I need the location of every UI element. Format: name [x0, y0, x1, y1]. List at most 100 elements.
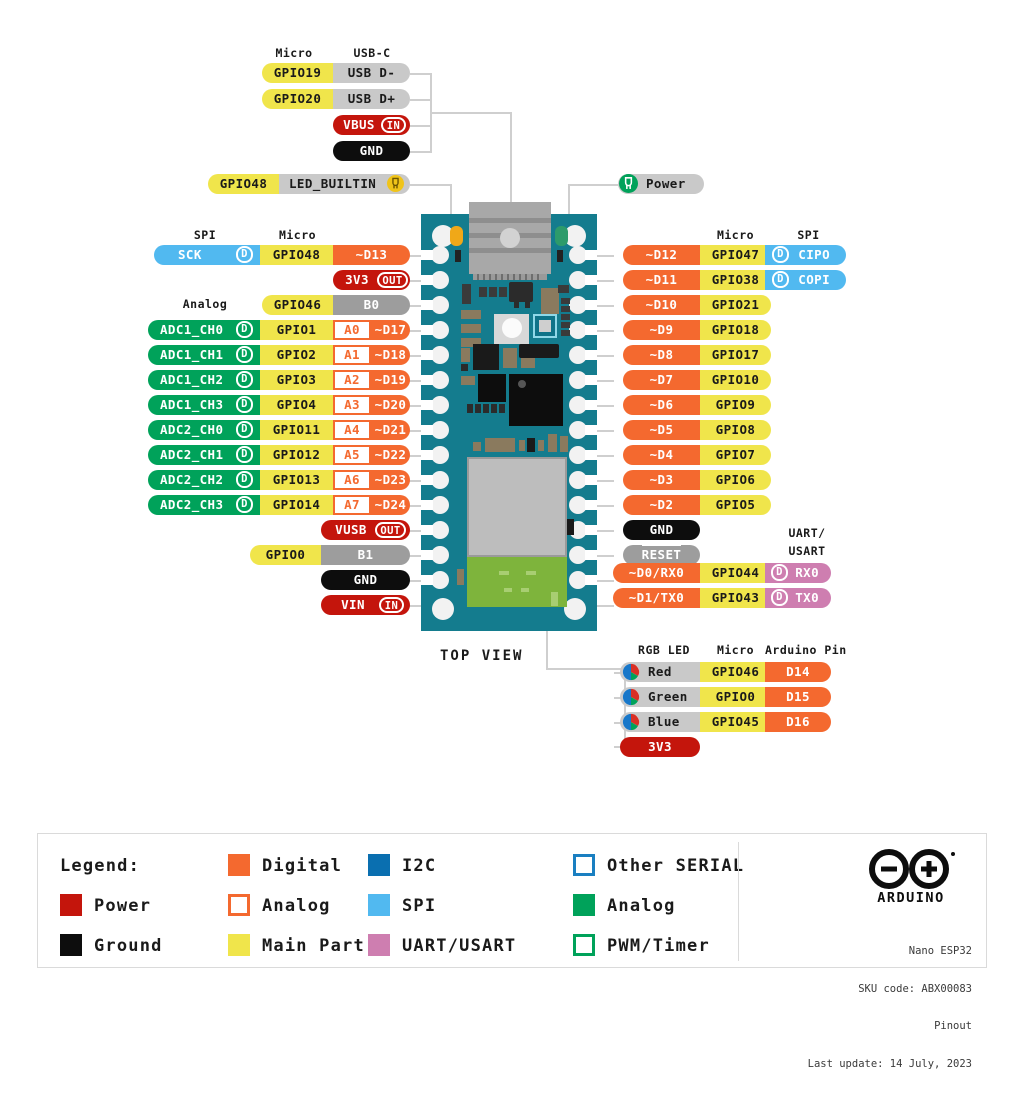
pill-micro-gpio12[interactable]: GPIO12 — [260, 445, 333, 465]
pill-digital-d0-rx0[interactable]: ~D0/RX0 — [613, 563, 700, 583]
pill-micro-gpio1[interactable]: GPIO1 — [260, 320, 333, 340]
pill-micro-gpio38[interactable]: GPIO38 — [700, 270, 771, 290]
pill-micro-gpio3[interactable]: GPIO3 — [260, 370, 333, 390]
pill-micro-gpio0-rgb[interactable]: GPIO0 — [700, 687, 771, 707]
pill-spi-copi[interactable]: D COPI — [765, 270, 846, 290]
pill-micro-gpio6[interactable]: GPIO6 — [700, 470, 771, 490]
pill-b1[interactable]: B1 — [321, 545, 410, 565]
pill-micro-gpio44[interactable]: GPIO44 — [700, 563, 771, 583]
pill-micro-gpio46[interactable]: GPIO46 — [262, 295, 333, 315]
pill-micro-gpio2[interactable]: GPIO2 — [260, 345, 333, 365]
pill-digital-d18[interactable]: ~D18 — [371, 345, 410, 365]
pill-digital-d3[interactable]: ~D3 — [623, 470, 700, 490]
pill-micro-gpio17[interactable]: GPIO17 — [700, 345, 771, 365]
pill-digital-d8[interactable]: ~D8 — [623, 345, 700, 365]
pill-usb-dminus[interactable]: USB D- — [333, 63, 410, 83]
pill-uart-tx0[interactable]: D TX0 — [765, 588, 831, 608]
pill-micro-gpio11[interactable]: GPIO11 — [260, 420, 333, 440]
legend-last-update: Last update: 14 July, 2023 — [807, 1057, 972, 1070]
pill-digital-d24[interactable]: ~D24 — [371, 495, 410, 515]
pill-digital-d10[interactable]: ~D10 — [623, 295, 700, 315]
pill-digital-d21[interactable]: ~D21 — [371, 420, 410, 440]
pill-micro-gpio4[interactable]: GPIO4 — [260, 395, 333, 415]
pill-analog-a4[interactable]: A4 — [333, 420, 371, 440]
pill-adc2-ch2[interactable]: ADC2_CH2 D — [148, 470, 260, 490]
pill-vbus[interactable]: VBUS IN — [333, 115, 410, 135]
pill-digital-d19[interactable]: ~D19 — [371, 370, 410, 390]
pill-digital-d4[interactable]: ~D4 — [623, 445, 700, 465]
pill-rgb-red[interactable]: Red — [620, 662, 700, 682]
pill-adc2-ch3[interactable]: ADC2_CH3 D — [148, 495, 260, 515]
pill-micro-gpio45-rgb[interactable]: GPIO45 — [700, 712, 771, 732]
pill-digital-d13[interactable]: ~D13 — [333, 245, 410, 265]
pill-digital-d9[interactable]: ~D9 — [623, 320, 700, 340]
pill-rgb-green[interactable]: Green — [620, 687, 700, 707]
pill-analog-a0[interactable]: A0 — [333, 320, 371, 340]
pill-micro-gpio47[interactable]: GPIO47 — [700, 245, 771, 265]
pill-digital-d1-tx0[interactable]: ~D1/TX0 — [613, 588, 700, 608]
digital-badge: D — [236, 421, 253, 438]
pill-vin[interactable]: VIN IN — [321, 595, 410, 615]
pill-adc1-ch1[interactable]: ADC1_CH1 D — [148, 345, 260, 365]
pill-micro-gpio19[interactable]: GPIO19 — [262, 63, 333, 83]
pill-micro-gpio18[interactable]: GPIO18 — [700, 320, 771, 340]
pill-spi-cipo[interactable]: D CIPO — [765, 245, 846, 265]
pill-power-led[interactable]: Power — [618, 174, 704, 194]
pill-micro-gpio9[interactable]: GPIO9 — [700, 395, 771, 415]
pill-adc2-ch1[interactable]: ADC2_CH1 D — [148, 445, 260, 465]
pill-b0[interactable]: B0 — [333, 295, 410, 315]
pill-micro-gpio48-ledbuiltin[interactable]: GPIO48 — [208, 174, 279, 194]
pill-arduino-d15[interactable]: D15 — [765, 687, 831, 707]
pill-digital-d12[interactable]: ~D12 — [623, 245, 700, 265]
pill-digital-d17[interactable]: ~D17 — [371, 320, 410, 340]
pill-micro-gpio46-rgb[interactable]: GPIO46 — [700, 662, 771, 682]
pill-digital-d2[interactable]: ~D2 — [623, 495, 700, 515]
pill-spi-sck[interactable]: SCK D — [154, 245, 260, 265]
pill-micro-gpio20[interactable]: GPIO20 — [262, 89, 333, 109]
pill-digital-d5[interactable]: ~D5 — [623, 420, 700, 440]
pill-vusb[interactable]: VUSB OUT — [321, 520, 410, 540]
pill-analog-a2[interactable]: A2 — [333, 370, 371, 390]
pill-digital-d6[interactable]: ~D6 — [623, 395, 700, 415]
pill-gnd-left[interactable]: GND — [321, 570, 410, 590]
pill-power-3v3[interactable]: 3V3 OUT — [333, 270, 410, 290]
pill-uart-rx0[interactable]: D RX0 — [765, 563, 831, 583]
pill-reset[interactable]: RESET — [623, 545, 700, 565]
digital-badge: D — [236, 246, 253, 263]
left-analog-header: Analog — [182, 297, 228, 311]
pill-analog-a1[interactable]: A1 — [333, 345, 371, 365]
pill-rgb-blue[interactable]: Blue — [620, 712, 700, 732]
pill-analog-a6[interactable]: A6 — [333, 470, 371, 490]
pill-analog-a7[interactable]: A7 — [333, 495, 371, 515]
pill-digital-d20[interactable]: ~D20 — [371, 395, 410, 415]
pill-rgb-3v3[interactable]: 3V3 — [620, 737, 700, 757]
pill-adc2-ch0[interactable]: ADC2_CH0 D — [148, 420, 260, 440]
pill-micro-gpio8[interactable]: GPIO8 — [700, 420, 771, 440]
pill-arduino-d16[interactable]: D16 — [765, 712, 831, 732]
pill-micro-gpio21[interactable]: GPIO21 — [700, 295, 771, 315]
led-builtin-indicator — [450, 226, 463, 246]
pill-micro-gpio48[interactable]: GPIO48 — [260, 245, 333, 265]
pill-micro-gpio7[interactable]: GPIO7 — [700, 445, 771, 465]
pill-micro-gpio43[interactable]: GPIO43 — [700, 588, 771, 608]
pill-digital-d7[interactable]: ~D7 — [623, 370, 700, 390]
pill-analog-a5[interactable]: A5 — [333, 445, 371, 465]
pill-led-builtin[interactable]: LED_BUILTIN — [279, 174, 410, 194]
pill-digital-d11[interactable]: ~D11 — [623, 270, 700, 290]
pill-adc1-ch0[interactable]: ADC1_CH0 D — [148, 320, 260, 340]
pill-micro-gpio10[interactable]: GPIO10 — [700, 370, 771, 390]
pill-gnd-right[interactable]: GND — [623, 520, 700, 540]
pill-digital-d23[interactable]: ~D23 — [371, 470, 410, 490]
pill-micro-gpio14[interactable]: GPIO14 — [260, 495, 333, 515]
pill-micro-gpio13[interactable]: GPIO13 — [260, 470, 333, 490]
pill-usb-gnd[interactable]: GND — [333, 141, 410, 161]
pill-analog-a3[interactable]: A3 — [333, 395, 371, 415]
pill-usb-dplus[interactable]: USB D+ — [333, 89, 410, 109]
pill-adc1-ch3[interactable]: ADC1_CH3 D — [148, 395, 260, 415]
pill-micro-gpio5[interactable]: GPIO5 — [700, 495, 771, 515]
digital-badge: D — [771, 589, 788, 606]
pill-micro-gpio0[interactable]: GPIO0 — [250, 545, 321, 565]
pill-digital-d22[interactable]: ~D22 — [371, 445, 410, 465]
pill-arduino-d14[interactable]: D14 — [765, 662, 831, 682]
pill-adc1-ch2[interactable]: ADC1_CH2 D — [148, 370, 260, 390]
